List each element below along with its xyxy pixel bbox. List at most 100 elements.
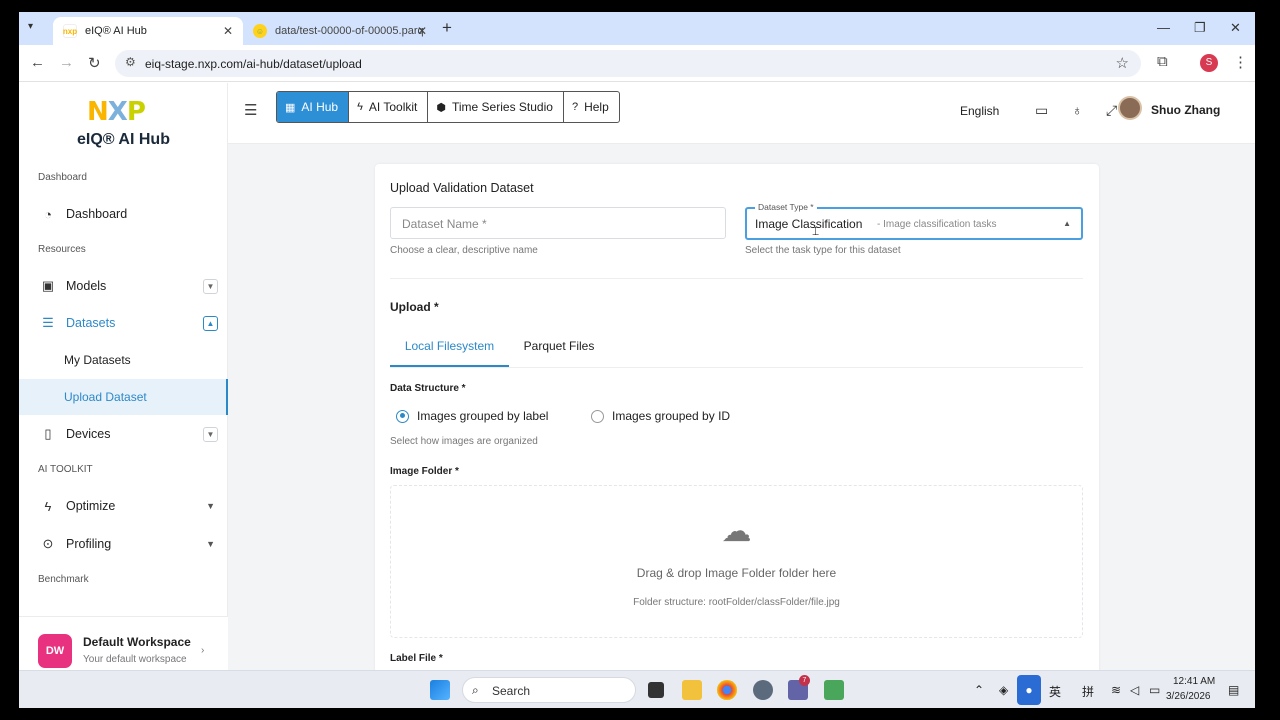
volume-icon[interactable]: ◁ bbox=[1130, 683, 1139, 697]
radio-grouped-by-label[interactable]: Images grouped by label bbox=[396, 409, 548, 423]
reload-icon[interactable]: ↻ bbox=[88, 54, 101, 72]
tabs-divider bbox=[390, 367, 1083, 368]
sidebar-item-upload-dataset[interactable]: Upload Dataset bbox=[19, 379, 228, 415]
new-tab-icon[interactable]: + bbox=[437, 18, 457, 38]
sidebar-item-datasets[interactable]: ☰ Datasets ▲ bbox=[19, 305, 228, 341]
image-folder-dropzone[interactable]: ☁ Drag & drop Image Folder folder here F… bbox=[390, 485, 1083, 638]
browser-tab-active[interactable]: nxp eIQ® AI Hub ✕ bbox=[53, 17, 243, 45]
battery-icon[interactable]: ▭ bbox=[1149, 683, 1160, 697]
notification-badge: 7 bbox=[799, 675, 810, 686]
back-icon[interactable]: ← bbox=[30, 54, 45, 71]
browser-tab[interactable]: ☺ data/test-00000-of-00005.parq ✕ bbox=[247, 17, 437, 45]
chevron-down-icon[interactable]: ▼ bbox=[206, 501, 215, 511]
sidebar-item-optimize[interactable]: ϟ Optimize ▼ bbox=[19, 488, 228, 524]
sidebar-item-label: Optimize bbox=[66, 499, 116, 513]
sidebar: NXP eIQ® AI Hub Dashboard ◔ Dashboard Re… bbox=[19, 83, 228, 670]
sidebar-item-dashboard[interactable]: ◔ Dashboard bbox=[19, 196, 228, 232]
tool-label: AI Hub bbox=[301, 100, 339, 114]
sidebar-item-models[interactable]: ▣ Models ▼ bbox=[19, 268, 228, 304]
sidebar-item-devices[interactable]: ▯ Devices ▼ bbox=[19, 416, 228, 452]
data-structure-help: Select how images are organized bbox=[390, 436, 538, 447]
ime-language[interactable]: 英 bbox=[1049, 683, 1061, 700]
type-help-text: Select the task type for this dataset bbox=[745, 245, 901, 256]
user-avatar[interactable] bbox=[1118, 96, 1142, 120]
windows-start-icon[interactable] bbox=[430, 680, 450, 700]
dropzone-text: Drag & drop Image Folder folder here bbox=[636, 566, 837, 580]
tool-button-ai-toolkit[interactable]: ϟ AI Toolkit bbox=[349, 92, 429, 122]
user-name[interactable]: Shuo Zhang bbox=[1151, 103, 1220, 117]
chevron-down-icon[interactable]: ▼ bbox=[203, 278, 218, 294]
settings-icon[interactable] bbox=[753, 680, 773, 700]
help-icon: ? bbox=[571, 101, 579, 113]
image-folder-label: Image Folder * bbox=[390, 466, 459, 477]
workspace-avatar: DW bbox=[38, 634, 72, 668]
address-bar[interactable]: ⚙ eiq-stage.nxp.com/ai-hub/dataset/uploa… bbox=[115, 50, 1141, 77]
dataset-type-value: Image Classification bbox=[755, 217, 863, 231]
sidebar-item-label: Models bbox=[66, 279, 107, 293]
input-placeholder: Dataset Name * bbox=[402, 217, 487, 231]
task-view-icon[interactable] bbox=[648, 682, 664, 698]
wallet-icon[interactable]: ▭ bbox=[1035, 102, 1048, 119]
browser-toolbar: ← → ↻ ⚙ eiq-stage.nxp.com/ai-hub/dataset… bbox=[19, 45, 1255, 82]
forward-icon[interactable]: → bbox=[59, 54, 74, 71]
grid-icon: ▦ bbox=[285, 101, 296, 114]
menu-collapse-icon[interactable]: ☰ bbox=[244, 101, 257, 119]
profile-avatar[interactable]: S bbox=[1200, 54, 1218, 72]
divider bbox=[390, 278, 1083, 279]
bookmark-star-icon[interactable]: ☆ bbox=[1116, 54, 1129, 72]
file-explorer-icon[interactable] bbox=[682, 680, 702, 700]
microphone-icon[interactable]: ● bbox=[1017, 675, 1041, 705]
tool-button-time-series-studio[interactable]: ⬢ Time Series Studio bbox=[428, 92, 564, 122]
radio-checked-icon bbox=[396, 409, 409, 423]
taskbar: ⌕ Search 7 ⌃ ◈ ● 英 拼 ≋ ◁ ▭ 12:41 AM 3/26… bbox=[19, 670, 1255, 708]
language-selector[interactable]: English bbox=[960, 104, 999, 118]
form-title: Upload Validation Dataset bbox=[390, 181, 534, 195]
database-icon: ☰ bbox=[42, 315, 54, 330]
tray-app-icon[interactable]: ◈ bbox=[999, 683, 1008, 697]
dataset-name-input[interactable]: Dataset Name * bbox=[390, 207, 726, 239]
lightbulb-icon[interactable]: ♁ bbox=[1072, 102, 1083, 118]
tool-button-ai-hub[interactable]: ▦ AI Hub bbox=[277, 92, 350, 122]
app-icon[interactable] bbox=[824, 680, 844, 700]
restore-icon[interactable]: ❐ bbox=[1194, 20, 1206, 36]
chevron-right-icon: › bbox=[201, 645, 205, 656]
chevron-down-icon[interactable]: ▼ bbox=[203, 426, 218, 442]
extensions-icon[interactable]: ⧉ bbox=[1157, 53, 1168, 70]
tab-search-icon[interactable]: ▾ bbox=[28, 21, 33, 32]
chrome-icon[interactable] bbox=[717, 680, 737, 700]
caret-up-icon: ▲ bbox=[1063, 219, 1071, 228]
site-info-icon[interactable]: ⚙ bbox=[125, 55, 136, 69]
tool-button-help[interactable]: ? Help bbox=[564, 92, 619, 122]
url-text[interactable]: eiq-stage.nxp.com/ai-hub/dataset/upload bbox=[145, 57, 362, 71]
tab-parquet-files[interactable]: Parquet Files bbox=[509, 325, 609, 367]
close-window-icon[interactable]: ✕ bbox=[1230, 20, 1241, 36]
minimize-icon[interactable]: — bbox=[1157, 20, 1170, 35]
tool-label: Help bbox=[584, 100, 609, 114]
data-structure-label: Data Structure * bbox=[390, 383, 466, 394]
sidebar-item-profiling[interactable]: ⊙ Profiling ▼ bbox=[19, 526, 228, 562]
browser-menu-icon[interactable]: ⋮ bbox=[1233, 53, 1248, 71]
dataset-type-select[interactable]: Dataset Type * Image Classification - Im… bbox=[745, 202, 1083, 240]
notifications-icon[interactable]: ▤ bbox=[1228, 683, 1239, 697]
chevron-up-icon[interactable]: ▲ bbox=[203, 315, 218, 331]
ime-mode[interactable]: 拼 bbox=[1082, 683, 1094, 700]
radio-grouped-by-id[interactable]: Images grouped by ID bbox=[591, 409, 730, 423]
search-icon: ⌕ bbox=[472, 683, 479, 697]
workspace-switcher[interactable]: DW Default Workspace Your default worksp… bbox=[19, 616, 228, 670]
tray-chevron-icon[interactable]: ⌃ bbox=[974, 683, 984, 697]
fullscreen-icon[interactable]: ⤢ bbox=[1106, 102, 1117, 119]
close-tab-icon[interactable]: ✕ bbox=[223, 24, 233, 38]
wifi-icon[interactable]: ≋ bbox=[1111, 683, 1121, 697]
clock-date[interactable]: 3/26/2026 bbox=[1166, 691, 1211, 702]
screen: ▾ nxp eIQ® AI Hub ✕ ☺ data/test-00000-of… bbox=[19, 12, 1255, 708]
nxp-logo: NXP bbox=[87, 97, 146, 127]
chevron-down-icon[interactable]: ▼ bbox=[206, 539, 215, 549]
model-icon: ▣ bbox=[41, 278, 55, 293]
tab-local-filesystem[interactable]: Local Filesystem bbox=[390, 325, 509, 367]
taskbar-search[interactable]: ⌕ Search bbox=[462, 677, 636, 703]
sidebar-item-my-datasets[interactable]: My Datasets bbox=[19, 342, 228, 378]
device-icon: ▯ bbox=[44, 426, 52, 441]
sidebar-item-label: Devices bbox=[66, 427, 111, 441]
close-tab-icon[interactable]: ✕ bbox=[417, 24, 427, 38]
clock-time[interactable]: 12:41 AM bbox=[1173, 676, 1215, 687]
